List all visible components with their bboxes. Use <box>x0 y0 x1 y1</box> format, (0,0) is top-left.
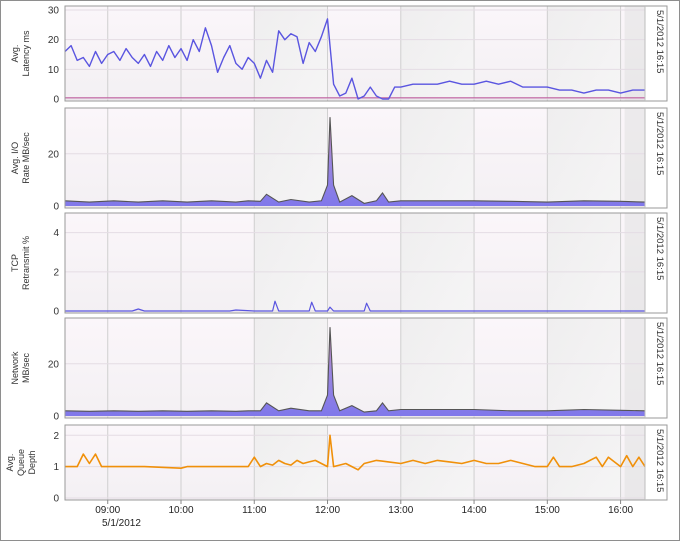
x-tick-label: 10:00 <box>168 505 193 516</box>
current-time-shade <box>624 108 645 208</box>
hour-shade-band <box>254 108 328 208</box>
y-tick-label: 0 <box>53 95 59 106</box>
panel-timestamp: 5/1/2012 16:15 <box>654 322 665 385</box>
y-axis-label-line: TCP <box>10 254 20 272</box>
y-axis-label-line: Latency ms <box>21 30 31 77</box>
y-tick-label: 0 <box>53 202 59 213</box>
hour-shade-band <box>547 213 621 313</box>
panel-tcp: 0 2 4 TCP Retransmit % 5/1/2012 16:15 <box>10 212 668 318</box>
y-axis-label-line: Rate MB/sec <box>21 132 31 184</box>
x-tick-label: 09:00 <box>95 505 120 516</box>
y-axis-label-line: Avg. I/O <box>10 142 20 174</box>
hour-shade-band <box>547 318 621 418</box>
y-tick-label: 20 <box>48 35 60 46</box>
y-tick-label: 2 <box>53 267 59 278</box>
y-tick-label: 0 <box>53 412 59 423</box>
panel-timestamp: 5/1/2012 16:15 <box>654 10 665 73</box>
y-tick-label: 30 <box>48 6 60 17</box>
current-time-shade <box>624 318 645 418</box>
y-axis-label-line: Network <box>10 351 20 385</box>
x-tick-label: 14:00 <box>462 505 487 516</box>
y-tick-label: 0 <box>53 494 59 505</box>
chart-window: 0 10 20 30 Avg. Latency ms 5/1/2012 16:15 0 20 Av… <box>0 0 680 541</box>
hour-shade-band <box>254 425 328 500</box>
x-tick-label: 11:00 <box>242 505 267 516</box>
x-tick-label: 15:00 <box>535 505 560 516</box>
y-axis-label-line: MB/sec <box>21 353 31 384</box>
y-tick-label: 20 <box>48 359 60 370</box>
x-date-label: 5/1/2012 <box>102 518 141 529</box>
hour-shade-band <box>547 425 621 500</box>
current-time-shade <box>624 213 645 313</box>
x-tick-label: 16:00 <box>608 505 633 516</box>
panel-timestamp: 5/1/2012 16:15 <box>654 112 665 175</box>
panel-queue: 0 1 2 Avg. Queue Depth 5/1/2012 16:15 <box>5 424 668 505</box>
y-tick-label: 0 <box>53 307 59 318</box>
hour-shade-band <box>547 6 621 101</box>
current-time-shade <box>624 6 645 101</box>
panel-timestamp: 5/1/2012 16:15 <box>654 217 665 280</box>
hour-shade-band <box>400 6 475 101</box>
panel-network: 0 20 Network MB/sec 5/1/2012 16:15 <box>10 317 668 423</box>
hour-shade-band <box>400 213 475 313</box>
y-axis-label-line: Avg. <box>5 454 15 472</box>
hour-shade-band <box>547 108 621 208</box>
y-axis-label-line: Queue <box>16 449 26 476</box>
y-axis-label-line: Retransmit % <box>21 236 31 290</box>
hour-shade-band <box>400 318 475 418</box>
hour-shade-band <box>254 6 328 101</box>
y-tick-label: 4 <box>53 228 59 239</box>
hour-shade-band <box>254 318 328 418</box>
multi-panel-chart: 0102030Avg. Latency ms 5/1/2012 16:15020Av… <box>5 5 668 529</box>
y-tick-label: 1 <box>53 462 59 473</box>
hour-shade-band <box>400 108 475 208</box>
y-axis-label-line: Avg. <box>10 45 20 63</box>
y-tick-label: 20 <box>48 149 60 160</box>
panel-latency: 0 10 20 30 Avg. Latency ms 5/1/2012 16:15 <box>10 5 668 106</box>
panel-timestamp: 5/1/2012 16:15 <box>654 429 665 492</box>
x-tick-label: 12:00 <box>315 505 340 516</box>
hour-shade-band <box>254 213 328 313</box>
panel-io: 0 20 Avg. I/O Rate MB/sec 5/1/2012 16:15 <box>10 107 668 213</box>
x-tick-label: 13:00 <box>388 505 413 516</box>
y-tick-label: 2 <box>53 431 59 442</box>
y-tick-label: 10 <box>48 65 60 76</box>
y-axis-label-line: Depth <box>27 450 37 474</box>
